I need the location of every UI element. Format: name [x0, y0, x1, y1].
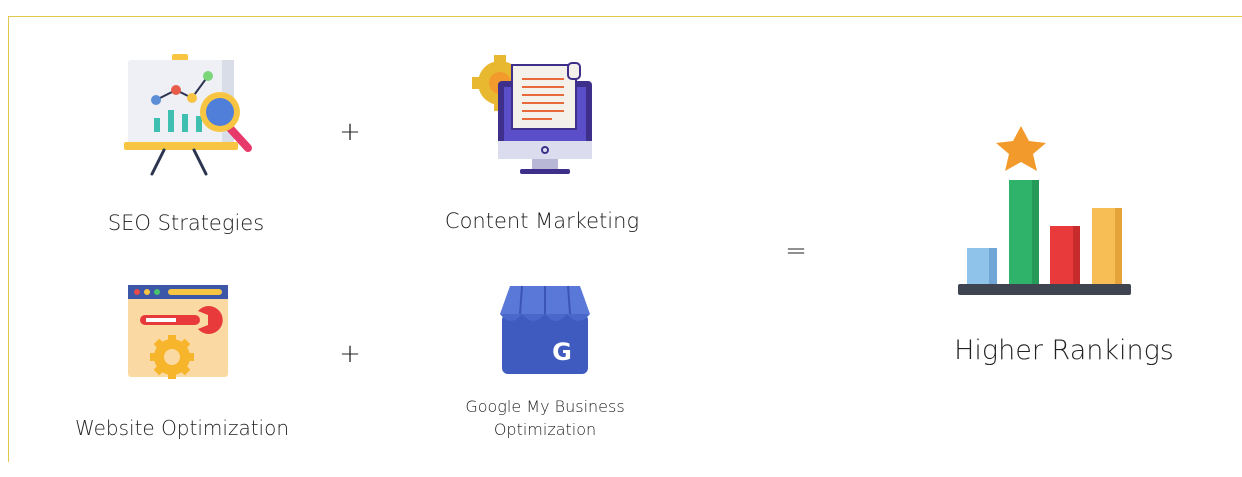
- content-marketing-label: Content Marketing: [444, 209, 640, 233]
- website-wrench-gear-icon: [128, 285, 228, 379]
- bar-chart-star-icon: [958, 126, 1131, 295]
- seo-strategies-label: SEO Strategies: [107, 211, 265, 235]
- higher-rankings-label: Higher Rankings: [954, 335, 1174, 366]
- google-my-business-label-line1: Google My Business: [465, 397, 625, 416]
- frame-top-border: [8, 16, 1242, 17]
- seo-presentation-chart-icon: [124, 54, 252, 176]
- content-monitor-document-icon: [472, 55, 592, 174]
- google-my-business-store-icon: G: [500, 285, 590, 374]
- google-my-business-label-line2: Optimization: [493, 420, 597, 439]
- plus-operator: +: [339, 339, 361, 369]
- website-optimization-label: Website Optimization: [74, 416, 290, 440]
- svg-text:G: G: [552, 338, 572, 366]
- plus-operator: +: [339, 117, 361, 147]
- frame-left-border: [8, 16, 9, 462]
- equals-operator: =: [785, 236, 807, 266]
